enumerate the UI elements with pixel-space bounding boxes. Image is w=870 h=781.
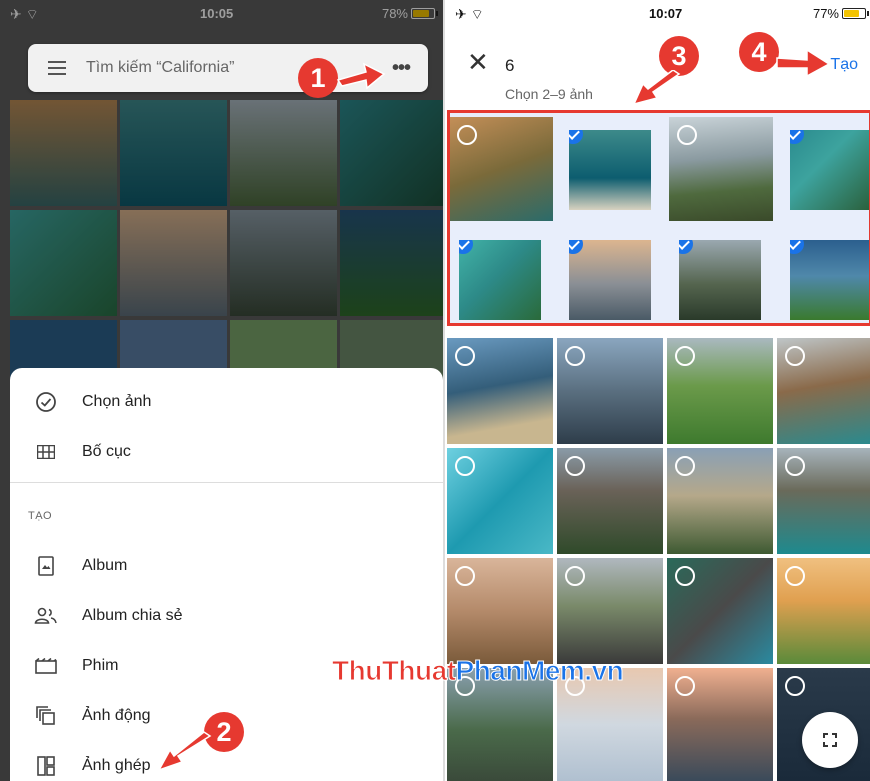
selection-circle[interactable]: [675, 676, 695, 696]
animation-icon: [34, 704, 58, 728]
arrow-icon: [632, 70, 681, 106]
selected-count: 6: [505, 56, 515, 75]
hamburger-menu-icon[interactable]: [48, 57, 66, 79]
check-circle-icon: [34, 390, 58, 414]
menu-item-layout[interactable]: Bố cục: [10, 430, 443, 474]
selection-circle[interactable]: [675, 566, 695, 586]
selection-circle[interactable]: [565, 456, 585, 476]
selection-circle[interactable]: [675, 456, 695, 476]
photo-thumb[interactable]: [447, 558, 553, 664]
watermark-part: .vn: [584, 655, 624, 687]
close-icon[interactable]: ✕: [467, 49, 489, 75]
step-badge-1: 1: [298, 58, 338, 98]
menu-item-album[interactable]: Album: [10, 544, 443, 588]
watermark-part: Thuat: [381, 655, 456, 687]
menu-item-select-photos[interactable]: Chọn ảnh: [10, 380, 443, 424]
create-button[interactable]: Tạo: [830, 56, 858, 74]
shared-album-icon: [34, 604, 58, 628]
selection-circle[interactable]: [785, 456, 805, 476]
battery-percent: 77%: [812, 6, 839, 21]
selection-circle[interactable]: [565, 566, 585, 586]
divider: [10, 482, 443, 483]
photo-thumb[interactable]: [447, 338, 553, 444]
watermark-part: Thu: [332, 655, 383, 687]
photo-thumb[interactable]: [667, 668, 773, 781]
arrow-icon: [336, 62, 386, 90]
menu-item-label: Album chia sẻ: [82, 607, 183, 624]
menu-item-label: Phim: [82, 657, 119, 674]
menu-item-label: Ảnh ghép: [82, 757, 151, 774]
section-header-create: TẠO: [28, 510, 53, 522]
menu-item-label: Ảnh động: [82, 707, 151, 724]
photo-thumb[interactable]: [557, 558, 663, 664]
selection-highlight-box: [447, 110, 870, 326]
watermark-logo: ThuThuatPhanMem.vn: [332, 655, 625, 687]
fullscreen-button[interactable]: [802, 712, 858, 768]
photo-thumb[interactable]: [777, 448, 870, 554]
watermark-part: Phan: [455, 655, 523, 687]
battery-indicator: 77%: [812, 6, 869, 21]
collage-icon: [34, 754, 58, 778]
selection-circle[interactable]: [455, 566, 475, 586]
selection-circle[interactable]: [785, 676, 805, 696]
photo-thumb[interactable]: [667, 338, 773, 444]
selection-hint: Chọn 2–9 ảnh: [505, 86, 593, 102]
selection-circle[interactable]: [565, 346, 585, 366]
grid-layout-icon: [34, 440, 58, 464]
photo-thumb[interactable]: [777, 558, 870, 664]
menu-item-label: Album: [82, 557, 128, 574]
step-badge-4: 4: [739, 32, 779, 72]
status-time: 10:07: [649, 6, 683, 21]
battery-icon: [842, 8, 869, 19]
photo-thumb[interactable]: [667, 558, 773, 664]
selection-circle[interactable]: [785, 346, 805, 366]
album-icon: [34, 554, 58, 578]
airplane-wifi-icons: ✈ ⌔: [455, 6, 484, 22]
selection-circle[interactable]: [455, 456, 475, 476]
arrow-icon: [157, 731, 212, 772]
movie-icon: [34, 654, 58, 678]
photo-thumb[interactable]: [447, 448, 553, 554]
photo-thumb[interactable]: [557, 338, 663, 444]
menu-item-label: Chọn ảnh: [82, 393, 152, 410]
arrow-icon: [776, 48, 831, 78]
search-input[interactable]: Tìm kiếm “California”: [86, 59, 234, 77]
menu-item-shared-album[interactable]: Album chia sẻ: [10, 594, 443, 638]
photo-thumb[interactable]: [557, 448, 663, 554]
watermark-part: Mem: [521, 655, 585, 687]
photo-thumb[interactable]: [667, 448, 773, 554]
fullscreen-icon: [822, 732, 838, 748]
selection-circle[interactable]: [675, 346, 695, 366]
menu-item-label: Bố cục: [82, 443, 131, 460]
more-options-icon[interactable]: •••: [392, 57, 411, 80]
status-bar: ✈ ⌔ 10:07 77%: [445, 0, 870, 26]
selection-circle[interactable]: [455, 346, 475, 366]
photo-thumb[interactable]: [777, 338, 870, 444]
selection-circle[interactable]: [785, 566, 805, 586]
